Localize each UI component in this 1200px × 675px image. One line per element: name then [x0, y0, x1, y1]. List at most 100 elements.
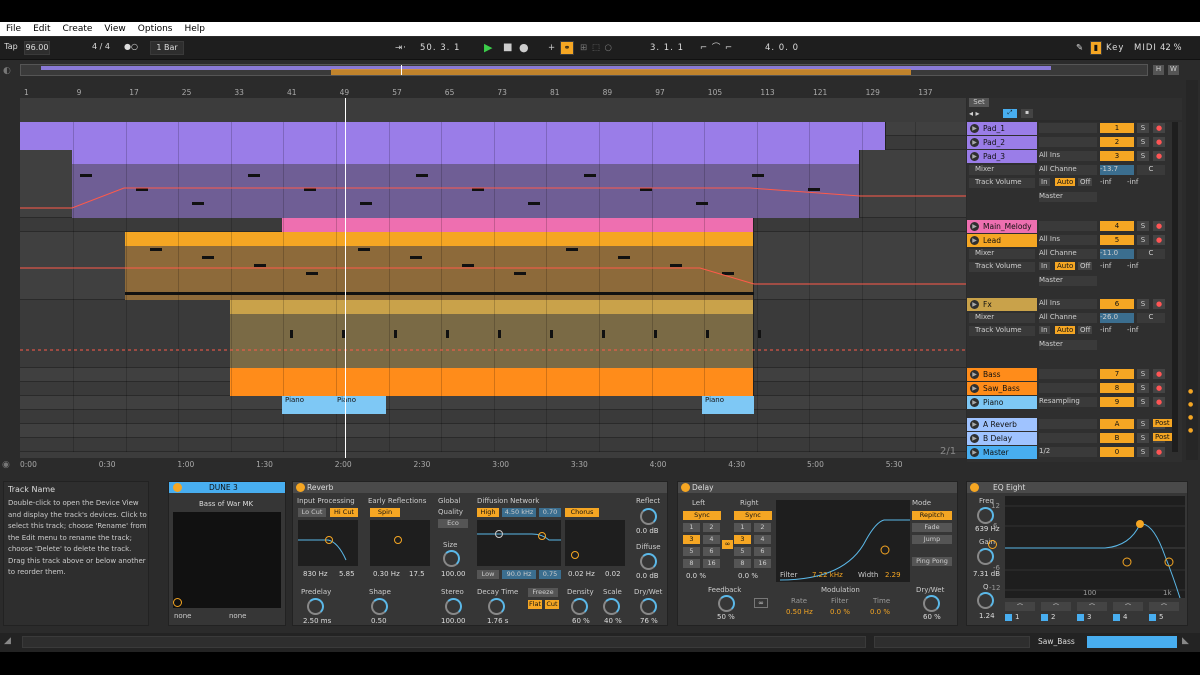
track-name[interactable]: Lead: [983, 234, 1001, 247]
follow-icon[interactable]: ⇥·: [395, 41, 407, 55]
delay-time-8[interactable]: 8: [734, 559, 751, 568]
overview-w-button[interactable]: W: [1168, 65, 1179, 75]
midi-map-button[interactable]: MIDI: [1134, 41, 1157, 55]
input-type[interactable]: All Ins: [1039, 151, 1097, 161]
input-type[interactable]: All Ins: [1039, 235, 1097, 245]
track-fold-icon[interactable]: ▶: [970, 384, 979, 393]
track-name[interactable]: Pad_1: [983, 122, 1005, 135]
track-number[interactable]: 5: [1100, 235, 1134, 245]
track-number[interactable]: 4: [1100, 221, 1134, 231]
output-type[interactable]: Resampling: [1039, 397, 1097, 407]
delay-time-5[interactable]: 5: [734, 547, 751, 556]
track-fold-icon[interactable]: ▶: [970, 448, 979, 457]
arm-icon[interactable]: ●: [1153, 447, 1165, 457]
delay-time-4[interactable]: 4: [703, 535, 720, 544]
size-value[interactable]: 100.00: [441, 570, 466, 578]
delay-time-5[interactable]: 5: [683, 547, 700, 556]
locut-button[interactable]: Lo Cut: [298, 508, 326, 517]
quality-menu[interactable]: Eco: [438, 519, 468, 528]
solo-button[interactable]: S: [1137, 137, 1149, 147]
mod-time-value[interactable]: 0.0 %: [870, 608, 890, 616]
left-sync-button[interactable]: Sync: [683, 511, 721, 520]
monitor-off-button[interactable]: Off: [1078, 262, 1093, 270]
dune-preset[interactable]: Bass of War MK: [199, 500, 253, 508]
input-slot[interactable]: [1039, 369, 1097, 379]
time-ruler[interactable]: 0:00 0:30 1:00 1:30 2:00 2:30 3:00 3:30 4:00 4:30…: [20, 460, 966, 470]
eq-band-on-icon[interactable]: [1077, 614, 1084, 621]
monitor-auto-button[interactable]: Auto: [1055, 262, 1076, 270]
fade-button[interactable]: Fade: [912, 523, 952, 532]
monitor-auto-button[interactable]: Auto: [1055, 326, 1076, 334]
delay-time-6[interactable]: 6: [754, 547, 771, 556]
stereo-value[interactable]: 100.00: [441, 617, 466, 625]
track-number[interactable]: A: [1100, 419, 1134, 429]
track-number[interactable]: 9: [1100, 397, 1134, 407]
monitor-auto-button[interactable]: Auto: [1055, 178, 1076, 186]
track-number[interactable]: 6: [1100, 299, 1134, 309]
track-fold-icon[interactable]: ▶: [970, 370, 979, 379]
right-grid[interactable]: 1 2 3 4 5 6 8 16: [734, 523, 774, 571]
delay-time-16[interactable]: 16: [703, 559, 720, 568]
eq-graph[interactable]: [1005, 496, 1185, 599]
automation-chooser[interactable]: Track Volume: [969, 326, 1035, 336]
track-fold-icon[interactable]: ▶: [970, 236, 979, 245]
track-name[interactable]: Saw_Bass: [983, 382, 1020, 395]
track-number[interactable]: 1: [1100, 123, 1134, 133]
track-number[interactable]: B: [1100, 433, 1134, 443]
solo-button[interactable]: S: [1137, 235, 1149, 245]
automation-lines[interactable]: [20, 98, 966, 458]
eq-filter-type-icon[interactable]: ⌒: [1077, 602, 1107, 611]
diffuse-value[interactable]: 0.0 dB: [636, 572, 659, 580]
eq-filter-type-icon[interactable]: ⌒: [1041, 602, 1071, 611]
diffusion-low-button[interactable]: Low: [477, 570, 499, 579]
overdub-icon[interactable]: +: [548, 41, 556, 55]
pan-field[interactable]: C: [1137, 165, 1165, 175]
delay-title[interactable]: Delay: [678, 482, 957, 493]
stop-icon[interactable]: ■: [503, 41, 513, 55]
chorus-rate[interactable]: 0.02 Hz: [568, 570, 595, 578]
automation-chooser[interactable]: Track Volume: [969, 262, 1035, 272]
eq-filter-type-icon[interactable]: ⌒: [1113, 602, 1143, 611]
delay-time-2[interactable]: 2: [703, 523, 720, 532]
device-chooser[interactable]: Mixer: [969, 249, 1035, 259]
device-on-icon[interactable]: [296, 483, 305, 492]
hicut-button[interactable]: Hi Cut: [330, 508, 358, 517]
status-toggle-icon[interactable]: ◢: [4, 636, 11, 646]
shape-knob[interactable]: [371, 598, 388, 615]
diffusion-high-value[interactable]: 0.70: [539, 508, 561, 517]
monitor-off-button[interactable]: Off: [1078, 326, 1093, 334]
monitor-in-button[interactable]: In: [1039, 178, 1050, 186]
delay-time-3[interactable]: 3: [683, 535, 700, 544]
draw-mode-icon[interactable]: ✎: [1076, 41, 1084, 55]
track-name[interactable]: Bass: [983, 368, 1001, 381]
density-knob[interactable]: [571, 598, 588, 615]
track-fold-icon[interactable]: ▶: [970, 222, 979, 231]
beat-ruler[interactable]: 1 9 17 25 33 41 49 57 65 73 81 89 97 105 113 121 129 137: [20, 88, 966, 98]
delay-time-1[interactable]: 1: [734, 523, 751, 532]
output-type[interactable]: 1/2: [1039, 447, 1097, 457]
solo-button[interactable]: S: [1137, 369, 1149, 379]
menu-options[interactable]: Options: [132, 22, 179, 36]
input-slot[interactable]: [1039, 137, 1097, 147]
automation-curve[interactable]: [20, 187, 966, 209]
input-filter-graph[interactable]: [298, 520, 358, 566]
loop-start[interactable]: 3. 1. 1: [650, 41, 698, 55]
eq-band-2[interactable]: 2: [1051, 613, 1055, 621]
eq-q-value[interactable]: 1.24: [979, 612, 995, 620]
delay-time-2[interactable]: 2: [754, 523, 771, 532]
feedback-value[interactable]: 50 %: [717, 613, 735, 621]
output-type[interactable]: Master: [1039, 340, 1097, 350]
menu-help[interactable]: Help: [179, 22, 212, 36]
input-slot[interactable]: [1039, 383, 1097, 393]
reverb-title[interactable]: Reverb: [293, 482, 667, 493]
eq-band-on-icon[interactable]: [1113, 614, 1120, 621]
scale-value[interactable]: 40 %: [604, 617, 622, 625]
input-freq[interactable]: 830 Hz: [303, 570, 328, 578]
send-b-field[interactable]: -inf: [1127, 326, 1138, 334]
monitor-off-button[interactable]: Off: [1078, 178, 1093, 186]
track-name[interactable]: Main_Melody: [983, 220, 1032, 233]
dune-title[interactable]: DUNE 3: [169, 482, 285, 493]
delay-time-4[interactable]: 4: [754, 535, 771, 544]
device-on-icon[interactable]: [970, 483, 979, 492]
device-chooser[interactable]: Mixer: [969, 165, 1035, 175]
